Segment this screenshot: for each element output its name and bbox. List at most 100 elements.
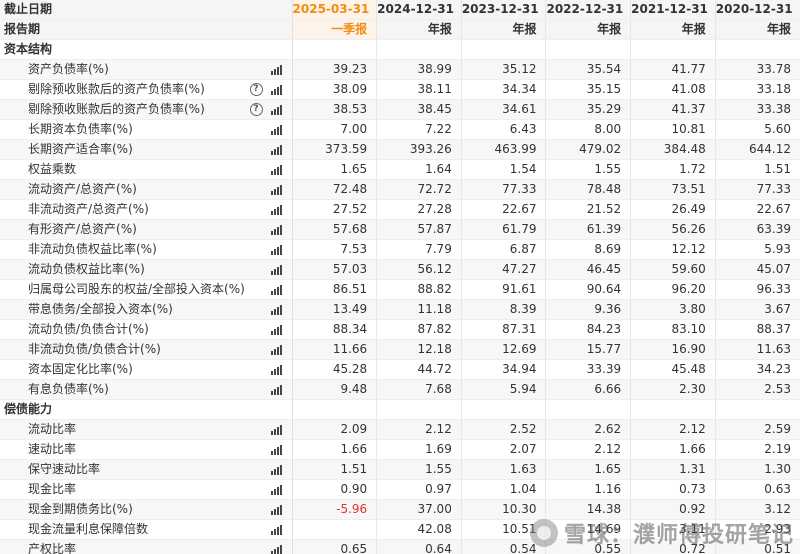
bar-chart-icon[interactable] (270, 324, 282, 335)
bar-chart-icon[interactable] (270, 504, 282, 515)
date-col-3[interactable]: 2022-12-31 (545, 0, 631, 21)
value-cell: 27.28 (376, 199, 462, 221)
help-icon[interactable]: ? (249, 83, 263, 97)
value-cell: 2.19 (714, 439, 800, 461)
value-cell: 45.07 (714, 259, 800, 281)
bar-chart-icon[interactable] (270, 84, 282, 95)
period-header-label: 报告期 (0, 19, 293, 41)
bar-chart-icon[interactable] (270, 224, 282, 235)
bar-chart-icon[interactable] (270, 384, 282, 395)
bar-chart-icon[interactable] (270, 364, 282, 375)
section-empty-cell (460, 39, 546, 61)
section-empty-cell (376, 399, 462, 421)
value-cell: 61.79 (460, 219, 546, 241)
value-cell: 2.09 (291, 419, 377, 441)
section-empty-cell (630, 399, 716, 421)
bar-chart-icon[interactable] (270, 264, 282, 275)
bar-chart-icon[interactable] (270, 484, 282, 495)
row-label-cell: 产权比率 (0, 539, 293, 554)
row-icons (270, 520, 282, 539)
table-row: 流动资产/总资产(%) 72.48 72.72 77.33 78.48 73.51 77.3… (0, 179, 800, 201)
row-label: 非流动负债/负债合计(%) (28, 342, 161, 357)
bar-chart-icon[interactable] (270, 204, 282, 215)
bar-chart-icon[interactable] (270, 344, 282, 355)
row-icons (270, 340, 282, 359)
section-empty-cell (460, 399, 546, 421)
value-cell: 11.66 (291, 339, 377, 361)
bar-chart-icon[interactable] (270, 544, 282, 554)
table-row: 现金比率 0.90 0.97 1.04 1.16 0.73 0.63 (0, 479, 800, 501)
value-cell: 8.39 (460, 299, 546, 321)
value-cell: 11.18 (376, 299, 462, 321)
period-col-3: 年报 (545, 19, 631, 41)
date-col-4[interactable]: 2021-12-31 (630, 0, 716, 21)
value-cell: 14.38 (545, 499, 631, 521)
row-icons (270, 140, 282, 159)
bar-chart-icon[interactable] (270, 424, 282, 435)
value-cell: 6.87 (460, 239, 546, 261)
value-cell: 7.79 (376, 239, 462, 261)
value-cell: 384.48 (630, 139, 716, 161)
value-cell: 45.28 (291, 359, 377, 381)
value-cell: 2.30 (630, 379, 716, 401)
value-cell: 27.52 (291, 199, 377, 221)
value-cell: 2.12 (545, 439, 631, 461)
date-col-0[interactable]: 2025-03-31 (291, 0, 377, 21)
value-cell: 88.37 (714, 319, 800, 341)
value-cell: 15.77 (545, 339, 631, 361)
value-cell: 34.94 (460, 359, 546, 381)
row-label-cell: 剔除预收账款后的资产负债率(%)? (0, 79, 293, 101)
row-label-cell: 带息债务/全部投入资本(%) (0, 299, 293, 321)
period-col-0: 一季报 (291, 19, 377, 41)
table-row: 带息债务/全部投入资本(%) 13.49 11.18 8.39 9.36 3.80 3.67 (0, 299, 800, 321)
table-row: 速动比率 1.66 1.69 2.07 2.12 1.66 2.19 (0, 439, 800, 461)
value-cell: 21.52 (545, 199, 631, 221)
bar-chart-icon[interactable] (270, 164, 282, 175)
help-icon[interactable]: ? (249, 103, 263, 117)
bar-chart-icon[interactable] (270, 64, 282, 75)
value-cell: 96.33 (714, 279, 800, 301)
row-icons (270, 220, 282, 239)
row-icons (270, 460, 282, 479)
section-empty-cell (630, 39, 716, 61)
value-cell: 5.60 (714, 119, 800, 141)
value-cell: 0.97 (376, 479, 462, 501)
value-cell: 35.54 (545, 59, 631, 81)
bar-chart-icon[interactable] (270, 524, 282, 535)
bar-chart-icon[interactable] (270, 104, 282, 115)
value-cell: 13.49 (291, 299, 377, 321)
date-col-1[interactable]: 2024-12-31 (376, 0, 462, 21)
bar-chart-icon[interactable] (270, 444, 282, 455)
bar-chart-icon[interactable] (270, 284, 282, 295)
date-col-2[interactable]: 2023-12-31 (460, 0, 546, 21)
value-cell: 35.15 (545, 79, 631, 101)
value-cell: 1.55 (376, 459, 462, 481)
row-label: 速动比率 (28, 442, 77, 457)
value-cell: 2.52 (460, 419, 546, 441)
row-label-cell: 权益乘数 (0, 159, 293, 181)
row-label-cell: 非流动负债权益比率(%) (0, 239, 293, 261)
value-cell: 1.64 (376, 159, 462, 181)
date-col-5[interactable]: 2020-12-31 (714, 0, 800, 21)
value-cell: 14.69 (545, 519, 631, 541)
value-cell: 1.72 (630, 159, 716, 181)
bar-chart-icon[interactable] (270, 124, 282, 135)
value-cell: 1.31 (630, 459, 716, 481)
bar-chart-icon[interactable] (270, 184, 282, 195)
row-icons (270, 360, 282, 379)
value-cell: 2.93 (714, 519, 800, 541)
value-cell: 39.23 (291, 59, 377, 81)
bar-chart-icon[interactable] (270, 144, 282, 155)
value-cell: 22.67 (714, 199, 800, 221)
value-cell: 2.53 (714, 379, 800, 401)
bar-chart-icon[interactable] (270, 244, 282, 255)
row-label: 现金到期债务比(%) (28, 502, 133, 517)
row-icons: ? (249, 80, 282, 99)
row-label: 归属母公司股东的权益/全部投入资本(%) (28, 282, 245, 297)
value-cell: 96.20 (630, 279, 716, 301)
value-cell: 2.07 (460, 439, 546, 461)
value-cell: 1.65 (291, 159, 377, 181)
bar-chart-icon[interactable] (270, 304, 282, 315)
table-row: 权益乘数 1.65 1.64 1.54 1.55 1.72 1.51 (0, 159, 800, 181)
bar-chart-icon[interactable] (270, 464, 282, 475)
